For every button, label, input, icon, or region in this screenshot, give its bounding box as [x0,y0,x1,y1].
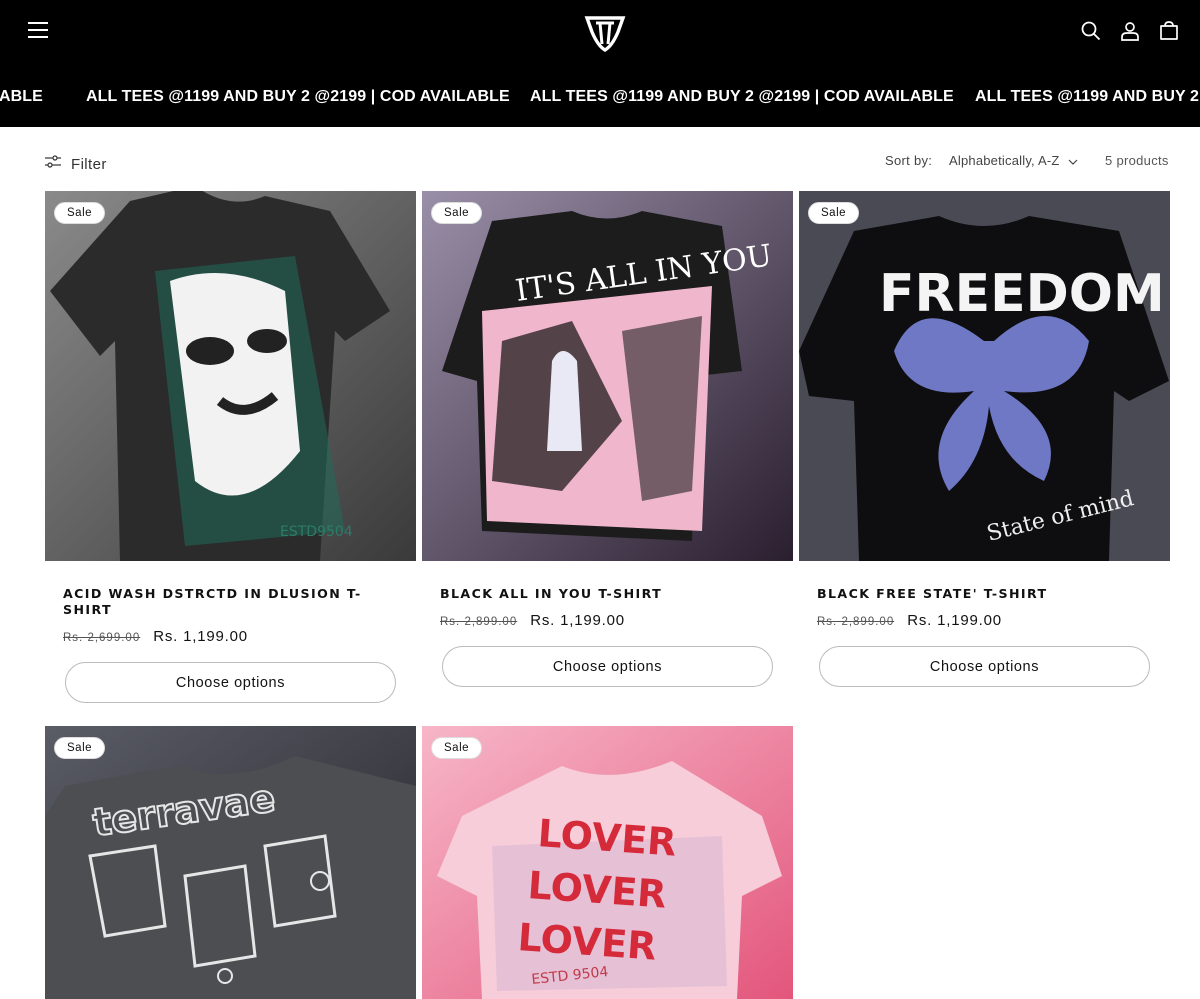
regular-price: Rs. 2,899.00 [817,616,895,628]
product-card: terravae Sale [45,726,416,999]
regular-price: Rs. 2,899.00 [440,616,518,628]
brand-logo[interactable] [582,10,628,54]
sale-badge: Sale [431,202,483,224]
sale-badge: Sale [808,202,860,224]
price-row: Rs. 2,699.00 Rs. 1,199.00 [63,628,398,645]
product-title[interactable]: BLACK ALL IN YOU T-SHIRT [440,586,775,602]
product-title[interactable]: BLACK FREE STATE' T-SHIRT [817,586,1152,602]
choose-options-button[interactable]: Choose options [819,646,1150,687]
product-image[interactable]: ESTD9504 Sale [45,191,416,561]
sort-value: Alphabetically, A-Z [949,153,1060,168]
regular-price: Rs. 2,699.00 [63,632,141,644]
announcement-text: ALL TEES @1199 AND BUY 2 @2 [975,88,1200,105]
filter-button[interactable]: Filter [45,154,107,174]
menu-icon[interactable] [28,22,48,40]
svg-text:FREEDOM: FREEDOM [879,264,1165,324]
filter-label: Filter [71,155,107,173]
sort-select[interactable]: Alphabetically, A-Z [949,153,1078,168]
sale-badge: Sale [54,202,106,224]
svg-text:ESTD9504: ESTD9504 [280,524,353,540]
announcement-text: ABLE [0,88,43,105]
chevron-down-icon [1068,153,1078,168]
product-image[interactable]: LOVER LOVER LOVER ESTD 9504 Sale [422,726,793,999]
product-card: IT'S ALL IN YOU Sale BLACK ALL IN YOU T-… [422,191,793,687]
sale-price: Rs. 1,199.00 [907,612,1002,629]
choose-options-button[interactable]: Choose options [442,646,773,687]
product-count: 5 products [1105,153,1169,168]
account-icon[interactable] [1119,20,1141,42]
product-title[interactable]: ACID WASH DSTRCTD IN DLUSION T-SHIRT [63,586,398,618]
sale-price: Rs. 1,199.00 [530,612,625,629]
announcement-text: ALL TEES @1199 AND BUY 2 @2199 | COD AVA… [530,88,954,105]
sale-badge: Sale [431,737,483,759]
price-row: Rs. 2,899.00 Rs. 1,199.00 [440,612,775,629]
site-header [0,0,1200,64]
price-row: Rs. 2,899.00 Rs. 1,199.00 [817,612,1152,629]
search-icon[interactable] [1080,20,1102,42]
product-image[interactable]: IT'S ALL IN YOU Sale [422,191,793,561]
sale-badge: Sale [54,737,106,759]
sale-price: Rs. 1,199.00 [153,628,248,645]
product-card: LOVER LOVER LOVER ESTD 9504 Sale [422,726,793,999]
product-image[interactable]: FREEDOM State of mind Sale [799,191,1170,561]
sort-label: Sort by: [885,153,933,168]
announcement-bar: ABLE ALL TEES @1199 AND BUY 2 @2199 | CO… [0,64,1200,127]
product-image[interactable]: terravae Sale [45,726,416,999]
filter-icon [45,154,61,174]
choose-options-button[interactable]: Choose options [65,662,396,703]
product-card: FREEDOM State of mind Sale BLACK FREE ST… [799,191,1170,687]
cart-icon[interactable] [1158,20,1180,42]
announcement-text: ALL TEES @1199 AND BUY 2 @2199 | COD AVA… [86,88,510,105]
product-card: ESTD9504 Sale ACID WASH DSTRCTD IN DLUSI… [45,191,416,703]
